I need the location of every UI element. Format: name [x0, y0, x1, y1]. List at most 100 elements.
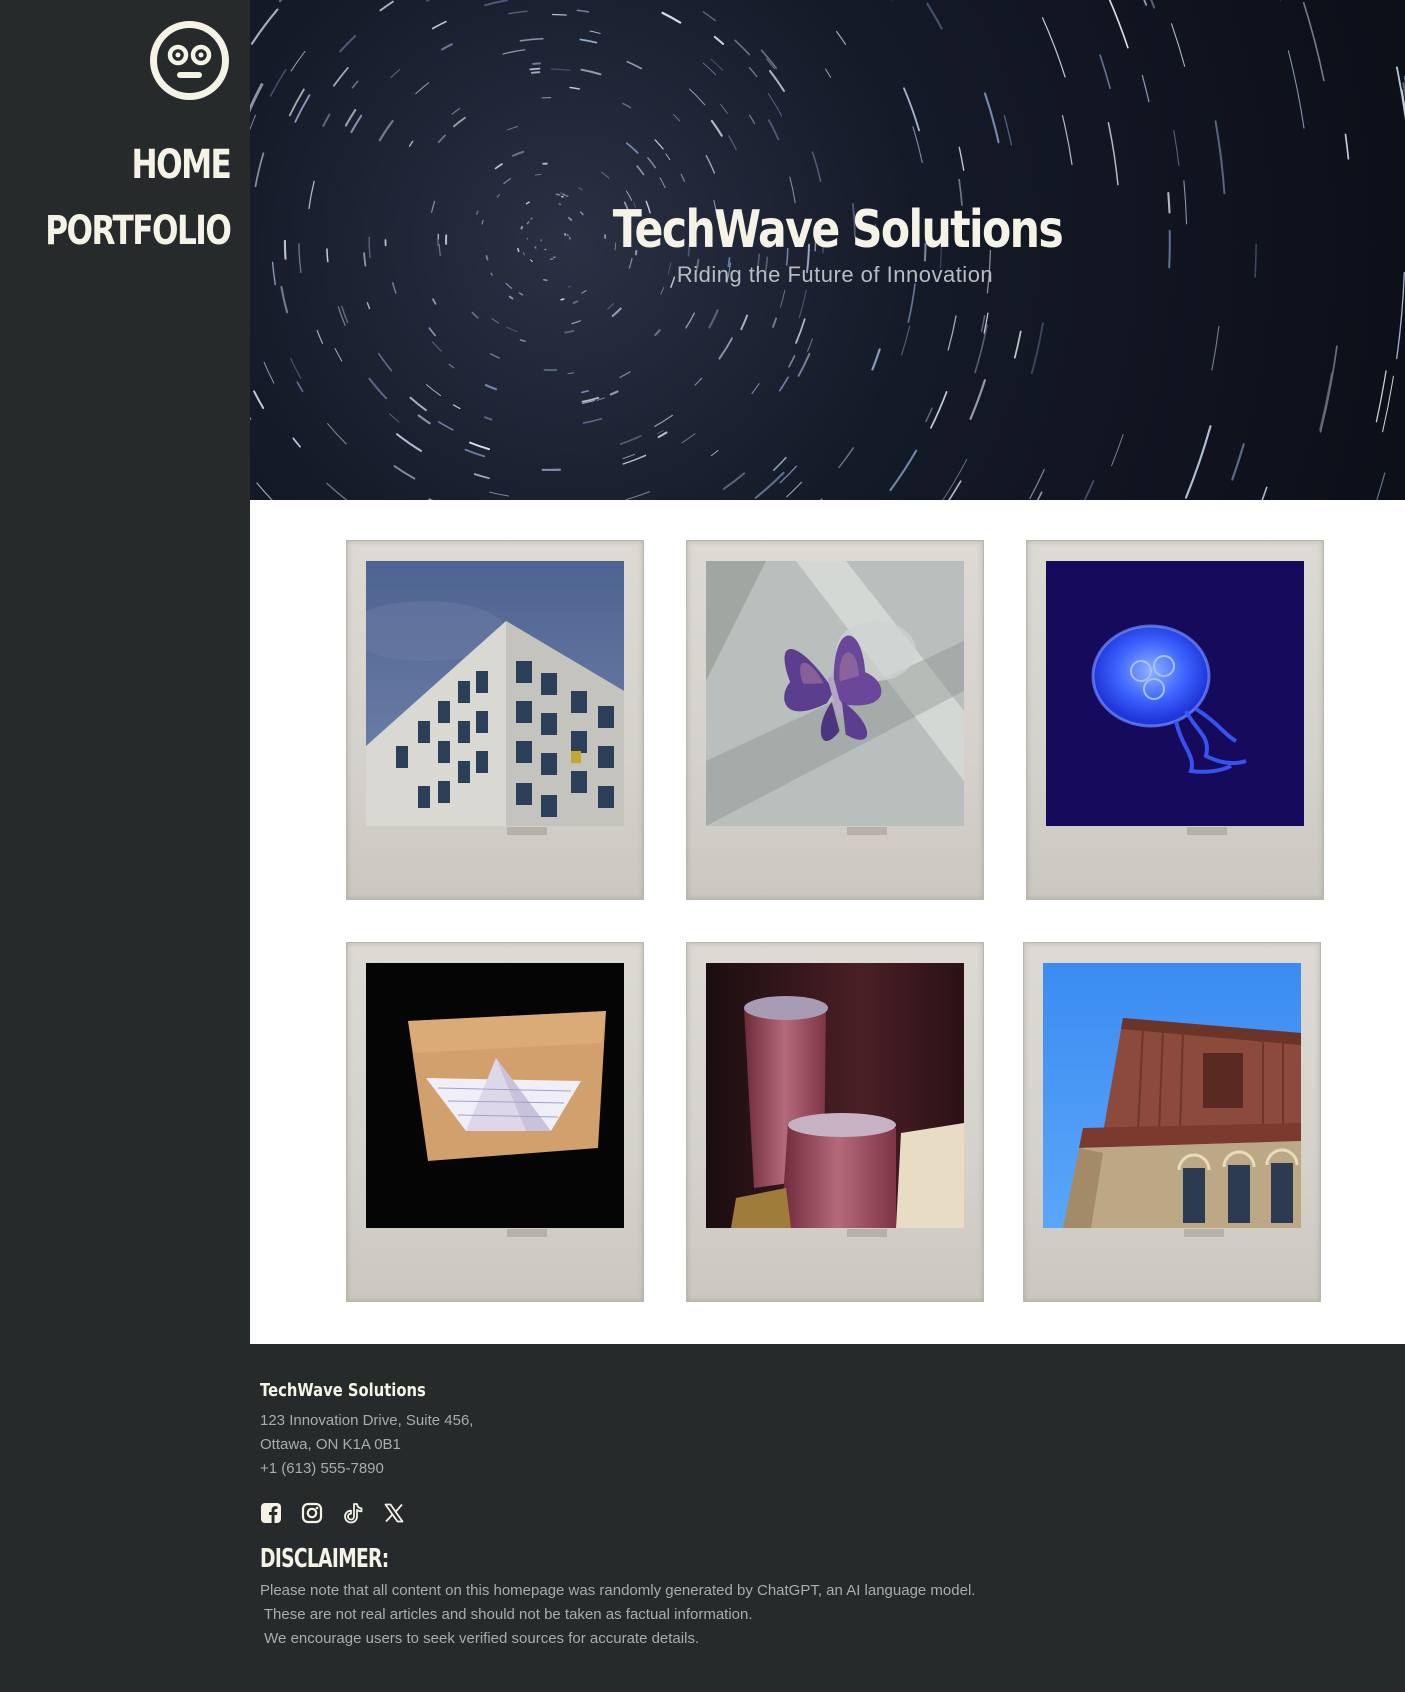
polaroid-card[interactable]: [686, 942, 984, 1302]
polaroid-card[interactable]: [346, 540, 644, 900]
star-trail: [622, 454, 647, 465]
star-trail: [288, 88, 305, 117]
star-trail: [1375, 370, 1387, 423]
star-trail: [489, 353, 500, 359]
star-trail: [660, 286, 665, 295]
star-trail: [408, 140, 414, 147]
star-trail: [811, 151, 822, 183]
star-trail: [395, 433, 423, 452]
star-trail: [292, 437, 301, 448]
star-trail: [572, 300, 579, 304]
star-trail: [534, 173, 542, 176]
social-links: [260, 1502, 405, 1524]
star-trail: [326, 482, 348, 500]
star-trail: [806, 338, 814, 352]
star-trail: [250, 114, 256, 131]
x-icon[interactable]: [383, 1502, 405, 1524]
polaroid-card[interactable]: [1026, 540, 1324, 900]
facebook-icon[interactable]: [260, 1502, 282, 1524]
star-trail: [657, 431, 668, 439]
star-trail: [1099, 54, 1111, 90]
star-trail: [564, 330, 575, 334]
tape-strip: [1187, 827, 1227, 835]
star-trail: [681, 433, 696, 444]
star-trail: [1143, 0, 1148, 6]
nav-home-link[interactable]: HOME: [45, 132, 231, 198]
paper-boat-photo: [366, 963, 624, 1228]
star-trail: [625, 190, 633, 201]
star-trail: [930, 391, 948, 429]
star-trail: [754, 471, 785, 499]
star-trail: [484, 384, 498, 391]
star-trail: [980, 315, 986, 332]
sidebar: HOME PORTFOLIO: [0, 0, 250, 1344]
instagram-icon[interactable]: [301, 1502, 323, 1524]
star-trail: [969, 379, 986, 420]
star-trail: [379, 0, 394, 12]
office-building-photo: [366, 561, 624, 826]
star-trail: [728, 135, 737, 151]
star-trail: [647, 157, 657, 169]
star-trail: [702, 62, 717, 76]
star-trail: [710, 450, 719, 457]
footer-brand: TechWave Solutions: [260, 1380, 426, 1401]
nav-portfolio-link[interactable]: PORTFOLIO: [45, 198, 232, 264]
star-trail: [788, 355, 796, 368]
star-trail: [489, 491, 509, 497]
star-trail: [948, 480, 962, 500]
star-trail: [250, 416, 252, 420]
star-trail: [415, 82, 430, 95]
star-trail: [625, 491, 650, 500]
star-trail: [609, 390, 619, 396]
star-trail: [702, 11, 717, 22]
star-trail: [511, 150, 525, 157]
star-trail: [689, 88, 706, 106]
star-trail: [256, 482, 273, 500]
star-trail: [654, 139, 664, 150]
polaroid-card[interactable]: [346, 942, 644, 1302]
star-trail: [958, 146, 965, 171]
star-trail: [748, 66, 758, 78]
tape-strip: [847, 827, 887, 835]
star-trail: [337, 306, 346, 326]
star-trail: [622, 453, 636, 460]
star-trail: [1302, 2, 1325, 82]
tiktok-icon[interactable]: [342, 1502, 364, 1524]
star-trail: [506, 326, 518, 333]
star-trail: [532, 62, 541, 65]
star-trail: [748, 114, 756, 125]
star-trail: [254, 152, 265, 188]
star-trail: [1107, 122, 1119, 186]
star-trail: [1083, 480, 1095, 500]
star-trail: [797, 352, 811, 377]
star-trail: [579, 38, 598, 44]
star-trail: [366, 302, 371, 310]
disclaimer-title: DISCLAIMER:: [260, 1544, 389, 1574]
star-trail: [567, 372, 575, 375]
star-trail: [327, 423, 347, 445]
star-trail: [316, 330, 324, 344]
star-trail: [713, 35, 725, 45]
star-trail: [250, 8, 279, 45]
star-trail: [974, 324, 988, 374]
star-trail: [518, 292, 524, 296]
star-trail: [451, 107, 461, 115]
star-trail: [506, 126, 519, 131]
star-trail: [494, 163, 503, 170]
star-trail: [280, 285, 289, 314]
star-trail: [768, 119, 780, 141]
face-icon[interactable]: [149, 20, 230, 101]
star-trail: [1030, 322, 1044, 375]
star-trail: [1261, 486, 1268, 500]
star-trail: [659, 177, 666, 189]
star-trail: [601, 171, 610, 179]
star-trail: [377, 352, 393, 372]
star-trail: [1108, 0, 1129, 49]
star-trail: [1041, 17, 1066, 78]
polaroid-card[interactable]: [686, 540, 984, 900]
star-trail: [484, 0, 509, 7]
star-trail: [767, 92, 783, 117]
polaroid-card[interactable]: [1023, 942, 1321, 1302]
star-trail: [740, 314, 749, 331]
disclaimer-line: These are not real articles and should n…: [260, 1606, 753, 1623]
